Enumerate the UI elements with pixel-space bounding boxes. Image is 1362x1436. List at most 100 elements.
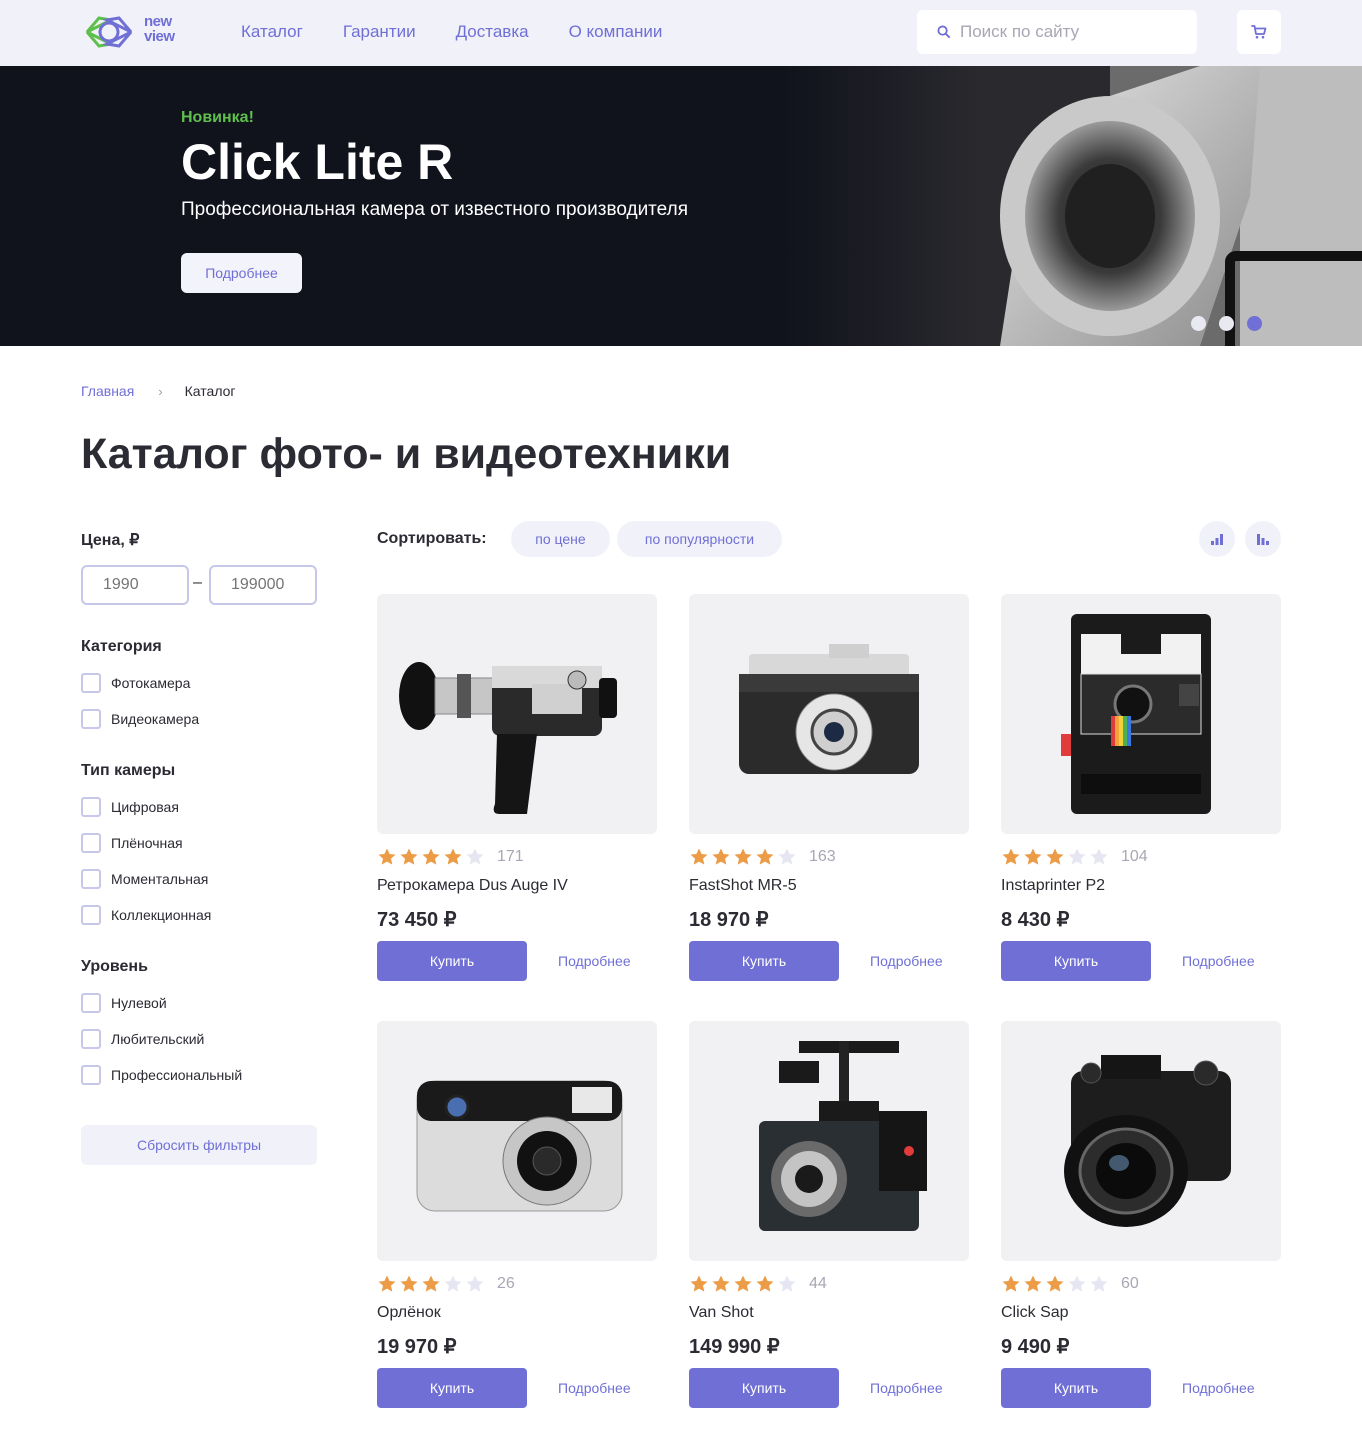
product-card: 60 Click Sap 9 490 ₽ Купить Подробнее: [1001, 1021, 1281, 1411]
details-link[interactable]: Подробнее: [1182, 953, 1255, 969]
checkbox-label: Профессиональный: [111, 1067, 243, 1083]
details-link[interactable]: Подробнее: [558, 953, 631, 969]
details-link[interactable]: Подробнее: [870, 953, 943, 969]
checkbox-label: Цифровая: [111, 799, 179, 815]
review-count: 104: [1121, 848, 1148, 865]
star-filled-icon: [1002, 1275, 1020, 1292]
price-max-input[interactable]: [209, 565, 317, 605]
star-filled-icon: [400, 1275, 418, 1292]
buy-button[interactable]: Купить: [377, 941, 527, 981]
slider-dot-active[interactable]: [1247, 316, 1262, 331]
product-name[interactable]: Орлёнок: [377, 1304, 441, 1322]
checkbox-label: Любительский: [111, 1031, 205, 1047]
sort-by-popularity[interactable]: по популярности: [617, 521, 782, 557]
star-filled-icon: [422, 1275, 440, 1292]
buy-button[interactable]: Купить: [1001, 941, 1151, 981]
nav-delivery[interactable]: Доставка: [456, 22, 529, 42]
product-image[interactable]: [377, 594, 657, 834]
checkbox[interactable]: [81, 869, 101, 889]
sort-ascending-button[interactable]: [1199, 521, 1235, 557]
logo-aperture-icon: [85, 16, 133, 48]
breadcrumb-home[interactable]: Главная: [81, 383, 134, 399]
checkbox[interactable]: [81, 833, 101, 853]
checkbox[interactable]: [81, 1029, 101, 1049]
checkbox[interactable]: [81, 993, 101, 1013]
filter-option-instant[interactable]: Моментальная: [81, 869, 208, 889]
checkbox-label: Нулевой: [111, 995, 167, 1011]
details-link[interactable]: Подробнее: [870, 1380, 943, 1396]
checkbox[interactable]: [81, 797, 101, 817]
filter-option-film[interactable]: Плёночная: [81, 833, 183, 853]
instant-camera-image: [1061, 614, 1211, 814]
buy-button[interactable]: Купить: [689, 941, 839, 981]
price-filter-title: Цена, ₽: [81, 532, 140, 549]
star-filled-icon: [378, 848, 396, 865]
product-card: 26 Орлёнок 19 970 ₽ Купить Подробнее: [377, 1021, 657, 1411]
filter-group-title: Тип камеры: [81, 762, 176, 779]
hero-subtitle: Профессиональная камера от известного пр…: [181, 199, 688, 220]
cart-button[interactable]: [1237, 10, 1281, 54]
filter-option-digital[interactable]: Цифровая: [81, 797, 179, 817]
slider-dot[interactable]: [1191, 316, 1206, 331]
logo[interactable]: new view: [81, 12, 191, 52]
bars-descending-icon: [1257, 534, 1269, 545]
product-image[interactable]: [377, 1021, 657, 1261]
search-input[interactable]: [960, 21, 1180, 43]
rating-stars: 60: [1001, 1274, 1139, 1294]
product-image[interactable]: [1001, 1021, 1281, 1261]
star-empty-icon: [466, 848, 484, 865]
details-link[interactable]: Подробнее: [1182, 1380, 1255, 1396]
checkbox-label: Плёночная: [111, 835, 183, 851]
page-title: Каталог фото- и видеотехники: [81, 430, 732, 478]
sort-descending-button[interactable]: [1245, 521, 1281, 557]
details-link[interactable]: Подробнее: [558, 1380, 631, 1396]
star-empty-icon: [1090, 1275, 1108, 1292]
product-name[interactable]: Instaprinter P2: [1001, 877, 1105, 895]
nav-about[interactable]: О компании: [569, 22, 663, 42]
checkbox-label: Видеокамера: [111, 711, 200, 727]
filter-option-pro[interactable]: Профессиональный: [81, 1065, 242, 1085]
star-filled-icon: [712, 848, 730, 865]
bars-ascending-icon: [1211, 534, 1223, 545]
star-filled-icon: [712, 1275, 730, 1292]
star-filled-icon: [690, 1275, 708, 1292]
buy-button[interactable]: Купить: [689, 1368, 839, 1408]
review-count: 163: [809, 848, 836, 865]
nav-warranty[interactable]: Гарантии: [343, 22, 416, 42]
star-empty-icon: [1068, 848, 1086, 865]
product-name[interactable]: Ретрокамера Dus Auge IV: [377, 877, 568, 895]
checkbox[interactable]: [81, 673, 101, 693]
filter-option-amateur[interactable]: Любительский: [81, 1029, 204, 1049]
product-image[interactable]: [1001, 594, 1281, 834]
product-image[interactable]: [689, 1021, 969, 1261]
star-filled-icon: [1046, 1275, 1064, 1292]
checkbox[interactable]: [81, 709, 101, 729]
star-empty-icon: [466, 1275, 484, 1292]
hero-details-button[interactable]: Подробнее: [181, 253, 302, 293]
chevron-right-icon: ›: [158, 383, 163, 399]
slider-dot[interactable]: [1219, 316, 1234, 331]
mirrorless-camera-image: [1064, 1055, 1231, 1227]
product-name[interactable]: FastShot MR-5: [689, 877, 797, 895]
price-min-input[interactable]: [81, 565, 189, 605]
star-filled-icon: [734, 1275, 752, 1292]
star-filled-icon: [444, 848, 462, 865]
filter-option-zero[interactable]: Нулевой: [81, 993, 167, 1013]
product-name[interactable]: Click Sap: [1001, 1304, 1069, 1322]
sort-by-price[interactable]: по цене: [511, 521, 610, 557]
filter-option-video[interactable]: Видеокамера: [81, 709, 199, 729]
product-image[interactable]: [689, 594, 969, 834]
hero-new-badge: Новинка!: [181, 109, 254, 126]
reset-filters-button[interactable]: Сбросить фильтры: [81, 1125, 317, 1165]
buy-button[interactable]: Купить: [1001, 1368, 1151, 1408]
filter-option-collectible[interactable]: Коллекционная: [81, 905, 211, 925]
star-filled-icon: [690, 848, 708, 865]
checkbox[interactable]: [81, 1065, 101, 1085]
nav-catalog[interactable]: Каталог: [241, 22, 303, 42]
product-name[interactable]: Van Shot: [689, 1304, 754, 1322]
star-filled-icon: [1024, 848, 1042, 865]
cinema-camera-image: [759, 1041, 927, 1231]
buy-button[interactable]: Купить: [377, 1368, 527, 1408]
checkbox[interactable]: [81, 905, 101, 925]
filter-option-photo[interactable]: Фотокамера: [81, 673, 190, 693]
